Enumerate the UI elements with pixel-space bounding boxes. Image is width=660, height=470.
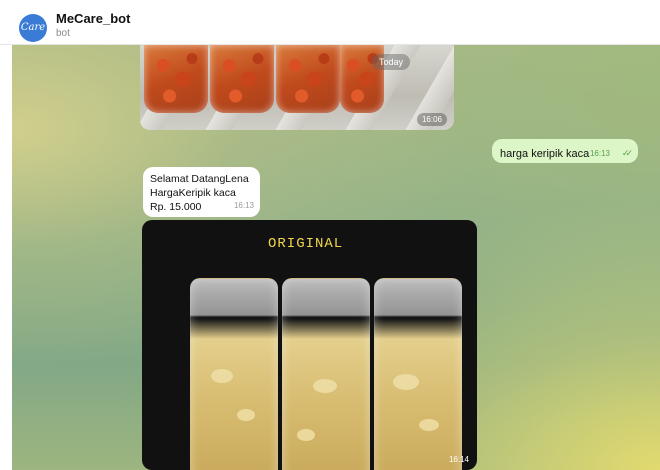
message-line: Selamat DatangLena: [150, 173, 249, 185]
chat-header: Care MeCare_bot bot: [0, 0, 660, 45]
avatar-text: Care: [20, 22, 46, 33]
message-time: 16:14: [448, 455, 469, 464]
chat-title[interactable]: MeCare_bot: [56, 11, 130, 26]
date-badge: Today: [372, 54, 411, 70]
chip-bag-image: [374, 278, 462, 470]
chip-package-image: [210, 45, 274, 113]
message-text: harga keripik kaca: [500, 148, 590, 160]
read-checkmarks-icon: ✓✓: [621, 148, 633, 158]
message-line: HargaKeripik kaca: [150, 187, 236, 199]
outgoing-message[interactable]: harga keripik kaca 16:13 ✓✓: [492, 139, 638, 163]
message-time: 16:06: [416, 113, 447, 126]
image-caption: ORIGINAL: [268, 236, 344, 252]
chat-subtitle: bot: [56, 28, 70, 39]
incoming-message[interactable]: Selamat DatangLena HargaKeripik kaca Rp.…: [143, 167, 260, 217]
message-time: 16:13: [589, 149, 610, 158]
bot-avatar[interactable]: Care: [19, 14, 47, 42]
photo-message-glass-chips[interactable]: ORIGINAL 16:14: [142, 220, 477, 470]
chip-package-image: [144, 45, 208, 113]
photo-message-shrimp-chips[interactable]: Today 16:06: [140, 45, 454, 130]
chip-bag-image: [190, 278, 278, 470]
chat-area[interactable]: Today 16:06 harga keripik kaca 16:13 ✓✓ …: [12, 45, 660, 470]
chip-package-image: [276, 45, 340, 113]
message-time: 16:13: [233, 201, 254, 210]
chip-bag-image: [282, 278, 370, 470]
